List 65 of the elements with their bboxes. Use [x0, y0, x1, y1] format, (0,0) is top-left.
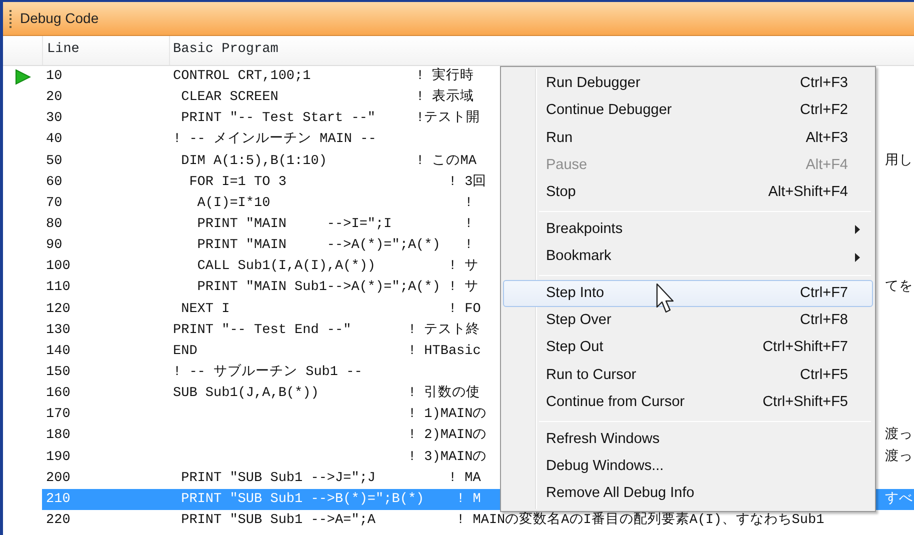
line-number[interactable]: 200 [42, 468, 170, 489]
menu-item[interactable]: Debug Windows... [503, 453, 873, 480]
line-number[interactable]: 110 [42, 277, 170, 298]
menu-item[interactable]: Step Over Ctrl+F8 [503, 307, 873, 335]
line-number[interactable]: 220 [42, 510, 170, 532]
column-header[interactable]: Line [47, 40, 80, 61]
code-line: END ! HTBasic [172, 342, 481, 361]
code-line: PRINT "MAIN -->A(*)=";A(*) ! [196, 237, 473, 256]
menu-item[interactable]: Continue Debugger Ctrl+F2 [503, 97, 873, 125]
column-header[interactable]: Basic Program [170, 40, 278, 61]
line-number[interactable]: 160 [42, 383, 170, 404]
comment-text: 渡っ [885, 448, 914, 467]
menu-item[interactable]: Step Out Ctrl+Shift+F7 [503, 334, 873, 362]
line-number[interactable]: 60 [42, 172, 170, 193]
code-line: PRINT "-- Test Start --" !テスト開 [180, 109, 480, 128]
code-line: A(I)=I*10 ! [196, 194, 473, 213]
line-number[interactable]: 140 [42, 340, 170, 362]
menu-item[interactable]: Run to Cursor Ctrl+F5 [503, 362, 873, 390]
line-number[interactable]: 190 [42, 446, 170, 468]
comment-text: 用し [885, 152, 914, 171]
grip-icon[interactable] [9, 8, 12, 28]
code-line: PRINT "-- Test End --" ! テスト終 [172, 321, 480, 340]
menu-item[interactable]: Run Debugger Ctrl+F3 [503, 70, 873, 98]
line-number[interactable]: 50 [42, 150, 170, 172]
code-line: PRINT "SUB Sub1 -->B(*)=";B(*) ! M [180, 490, 481, 509]
line-number[interactable]: 150 [42, 362, 170, 384]
menu-item[interactable]: Continue from Cursor Ctrl+Shift+F5 [503, 389, 873, 417]
comment-text: てを [885, 279, 914, 298]
code-line: PRINT "MAIN Sub1-->A(*)=";A(*) ! サ [196, 279, 479, 298]
code-line: ! -- サブルーチン Sub1 -- [172, 362, 362, 382]
code-line: CONTROL CRT,100;1 ! 実行時 [172, 66, 474, 86]
code-line: SUB Sub1(J,A,B(*)) ! 引数の使 [172, 384, 480, 404]
comment-text: 渡っ [885, 426, 914, 446]
menu-item[interactable]: Stop Alt+Shift+F4 [503, 180, 873, 207]
line-number[interactable]: 80 [42, 214, 170, 236]
menu-item[interactable]: Refresh Windows [503, 426, 873, 454]
code-line: ! -- メインルーチン MAIN -- [172, 131, 376, 150]
code-line: CLEAR SCREEN ! 表示域 [180, 88, 474, 108]
line-number[interactable]: 40 [42, 129, 170, 150]
line-number[interactable]: 130 [42, 320, 170, 341]
code-line: PRINT "MAIN -->I=";I ! [196, 216, 473, 234]
line-number[interactable]: 170 [42, 404, 170, 426]
code-line: CALL Sub1(I,A(I),A(*)) ! サ [196, 258, 479, 276]
line-number[interactable]: 120 [42, 298, 170, 320]
code-line: PRINT "SUB Sub1 -->A=";A ! MAINの変数名AのI番目の配列要素A(I)、すなわちSub1 [180, 511, 824, 530]
line-number[interactable]: 180 [42, 425, 170, 446]
menu-item[interactable]: Breakpoints [503, 216, 873, 244]
menu-item[interactable]: Run Alt+F3 [503, 124, 873, 152]
menu-item[interactable]: Remove All Debug Info [503, 480, 873, 508]
menu-item[interactable]: Bookmark [503, 243, 873, 271]
line-number[interactable]: 20 [42, 87, 170, 108]
code-line: ! 2)MAINの [406, 427, 487, 446]
line-number[interactable]: 100 [42, 256, 170, 278]
comment-text: すべ [885, 490, 914, 509]
line-number[interactable]: 70 [42, 192, 170, 214]
code-line: PRINT "SUB Sub1 -->J=";J ! MA [180, 470, 481, 488]
code-line: ! 3)MAINの [406, 448, 487, 467]
window-title: Debug Code [20, 9, 99, 28]
line-number[interactable]: 10 [42, 66, 170, 88]
code-line: DIM A(1:5),B(1:10) ! このMA [180, 152, 476, 171]
line-number[interactable]: 30 [42, 108, 170, 130]
code-line: FOR I=1 TO 3 ! 3回 [188, 174, 487, 192]
code-line: NEXT I ! FO [180, 300, 481, 319]
code-line: ! 1)MAINの [406, 406, 487, 424]
line-number[interactable]: 90 [42, 235, 170, 256]
